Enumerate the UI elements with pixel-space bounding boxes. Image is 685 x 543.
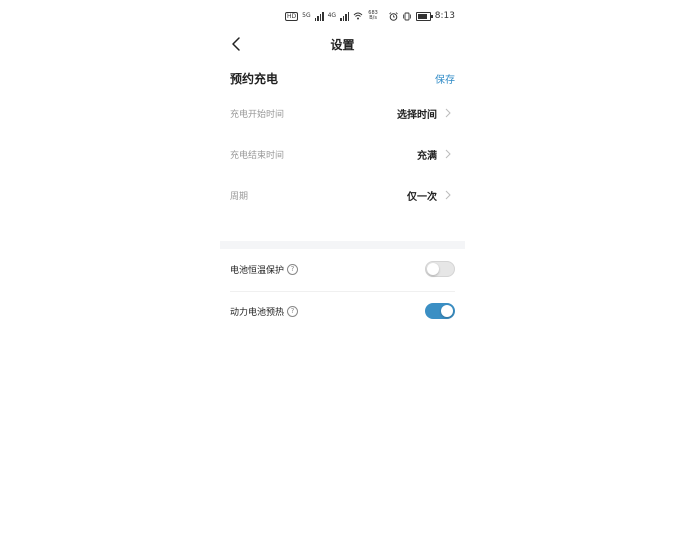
help-icon[interactable]: ?	[287, 264, 299, 275]
battery-thermal-toggle[interactable]	[425, 261, 455, 277]
nav-bar: 设置	[220, 32, 465, 56]
toggle-knob	[441, 305, 453, 317]
start-time-value: 选择时间	[397, 110, 437, 121]
start-time-row[interactable]: 充电开始时间 选择时间	[230, 104, 455, 126]
network-speed: 683 B/s	[368, 10, 378, 21]
signal2-icon	[340, 11, 350, 21]
cycle-value: 仅一次	[407, 192, 437, 203]
signal2-label: 4G	[327, 12, 337, 19]
battery-preheat-toggle[interactable]	[425, 303, 455, 319]
battery-thermal-label: 电池恒温保护 ?	[230, 263, 299, 276]
end-time-row[interactable]: 充电结束时间 充满	[230, 145, 455, 167]
status-left: HD 5G 4G 683 B/s	[285, 11, 379, 21]
cycle-label: 周期	[230, 192, 249, 202]
page-title: 设置	[330, 38, 355, 52]
save-button[interactable]: 保存	[435, 71, 455, 86]
vibrate-icon	[402, 12, 411, 20]
cycle-row[interactable]: 周期 仅一次	[230, 186, 455, 208]
phone-screen: HD 5G 4G 683 B/s 8:13 设置 预约充电 保存 充电开始时间 …	[220, 0, 465, 543]
signal1-icon	[314, 11, 324, 21]
chevron-right-icon	[445, 108, 451, 118]
battery-thermal-row: 电池恒温保护 ?	[230, 258, 455, 282]
row-separator	[230, 291, 455, 292]
battery-thermal-text: 电池恒温保护	[230, 266, 285, 276]
status-right: 8:13	[389, 11, 455, 21]
end-time-value: 充满	[417, 151, 437, 162]
battery-icon	[415, 11, 433, 21]
hd-badge: HD	[285, 11, 299, 21]
start-time-label: 充电开始时间	[230, 110, 285, 120]
battery-preheat-row: 动力电池预热 ?	[230, 300, 455, 324]
chevron-right-icon	[445, 149, 451, 159]
clock: 8:13	[434, 11, 455, 21]
end-time-label: 充电结束时间	[230, 151, 285, 161]
alarm-icon	[389, 11, 398, 21]
section-divider	[220, 241, 465, 249]
wifi-icon	[353, 12, 363, 20]
status-bar: HD 5G 4G 683 B/s 8:13	[220, 8, 465, 26]
section-title: 预约充电	[230, 72, 279, 86]
toggle-knob	[427, 263, 439, 275]
battery-preheat-text: 动力电池预热	[230, 308, 285, 318]
battery-preheat-label: 动力电池预热 ?	[230, 305, 299, 318]
chevron-right-icon	[445, 190, 451, 200]
schedule-charge-header: 预约充电 保存	[230, 70, 455, 88]
help-icon[interactable]: ?	[287, 306, 299, 317]
signal1-label: 5G	[302, 12, 311, 19]
